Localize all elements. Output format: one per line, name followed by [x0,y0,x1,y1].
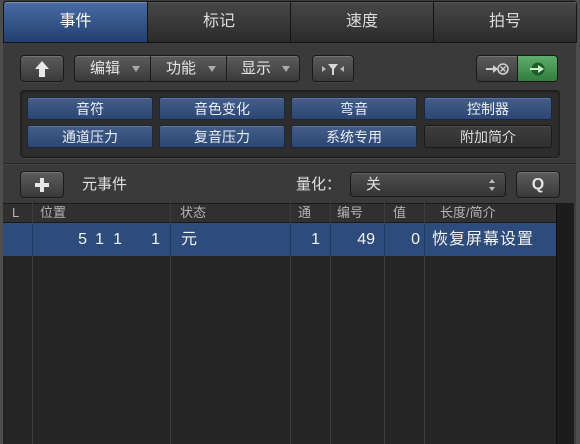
filter-label: 音符 [76,100,104,117]
filter-label: 通道压力 [62,128,118,145]
menu-segment: 编辑 功能 显示 [74,55,300,82]
midi-out-icon [484,61,510,77]
position-beat[interactable]: 1 [90,223,104,256]
q-label: Q [531,175,545,193]
tab-markers-label: 标记 [202,13,235,30]
tab-tempo-label: 速度 [345,13,378,30]
column-header-l[interactable]: L [12,203,19,223]
functions-menu-label: 功能 [166,60,197,77]
tab-events[interactable]: 事件 [4,2,147,42]
row-column-divider [32,223,33,256]
tab-signature[interactable]: 拍号 [434,2,576,42]
table-body [3,223,556,444]
filter-additional-info-button[interactable]: 附加简介 [424,125,552,148]
event-type-selector[interactable]: 元事件 [82,171,127,198]
quantize-label: 量化： [296,176,342,193]
channel-cell[interactable]: 1 [290,223,330,256]
column-header-channel[interactable]: 通 [298,203,311,223]
quantize-value: 关 [366,176,382,193]
chevron-down-icon [132,66,140,72]
event-list-window: 事件 标记 速度 拍号 编辑 功能 显示 音符 音色变化 弯音 控制器 通道压力… [0,0,580,444]
column-header-number[interactable]: 编号 [337,203,363,223]
filter-label: 控制器 [467,100,509,117]
filter-icon [320,61,346,77]
position-bar[interactable]: 5 [73,223,87,256]
go-to-parent-button[interactable] [20,55,64,82]
tab-signature-label: 拍号 [488,13,521,30]
filter-pitch-bend-button[interactable]: 弯音 [291,97,417,120]
filter-sysex-button[interactable]: 系统专用 [291,125,417,148]
status-cell: 元 [181,231,198,248]
column-header-length-info[interactable]: 长度/简介 [440,203,496,223]
midi-filter-button[interactable] [312,55,354,82]
filter-label: 复音压力 [194,128,250,145]
add-event-button[interactable] [20,171,64,198]
midi-in-button[interactable] [517,56,557,81]
vertical-scrollbar[interactable] [556,203,576,444]
edit-menu[interactable]: 编辑 [75,56,150,81]
up-down-arrows-icon [488,178,496,192]
view-menu[interactable]: 显示 [226,56,299,81]
number-cell[interactable]: 49 [330,223,384,256]
tab-tempo[interactable]: 速度 [291,2,433,42]
value-cell[interactable]: 0 [384,223,424,256]
position-tick[interactable]: 1 [146,223,160,256]
chevron-down-icon [208,66,216,72]
view-menu-label: 显示 [241,60,272,77]
filter-controller-button[interactable]: 控制器 [424,97,552,120]
row-column-divider [170,223,171,256]
midi-out-button[interactable] [477,56,517,81]
filter-poly-pressure-button[interactable]: 复音压力 [159,125,285,148]
length-info-cell[interactable]: 恢复屏幕设置 [424,223,556,256]
filter-label: 附加简介 [460,128,516,145]
up-arrow-icon [34,60,50,78]
filter-channel-pressure-button[interactable]: 通道压力 [27,125,153,148]
chevron-down-icon [282,66,290,72]
midi-in-icon [525,61,551,77]
plus-icon [34,177,50,193]
edit-menu-label: 编辑 [90,60,121,77]
tab-bar: 事件 标记 速度 拍号 [3,1,577,43]
column-header-position[interactable]: 位置 [40,203,66,223]
table-row[interactable]: 5 1 1 1 元 1 49 0 恢复屏幕设置 [3,223,556,256]
filter-label: 音色变化 [194,100,250,117]
position-division[interactable]: 1 [108,223,122,256]
quantize-q-button[interactable]: Q [516,171,560,198]
section-divider [3,163,576,165]
functions-menu[interactable]: 功能 [150,56,226,81]
tab-events-label: 事件 [59,13,92,30]
filter-label: 弯音 [340,100,368,117]
tab-markers[interactable]: 标记 [148,2,290,42]
midi-io-group [476,55,558,82]
filter-program-change-button[interactable]: 音色变化 [159,97,285,120]
filter-notes-button[interactable]: 音符 [27,97,153,120]
filter-label: 系统专用 [326,128,382,145]
column-header-value[interactable]: 值 [393,203,406,223]
quantize-select[interactable]: 关 [350,172,506,197]
column-header-status[interactable]: 状态 [180,203,206,223]
